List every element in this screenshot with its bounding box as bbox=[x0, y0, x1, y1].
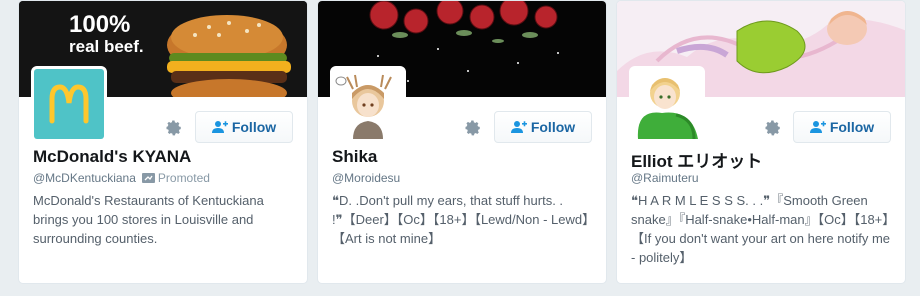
follow-button[interactable]: Follow bbox=[494, 111, 592, 143]
add-user-icon bbox=[510, 121, 527, 133]
user-bio: ❝H A R M L E S S S. . .❞『Smooth Green sn… bbox=[631, 193, 891, 265]
user-handle[interactable]: @Raimuteru bbox=[631, 171, 699, 185]
anime-character-green-snake-avatar-icon bbox=[632, 69, 702, 139]
user-handle[interactable]: @McDKentuckiana bbox=[33, 171, 136, 185]
handle-row: @McDKentuckiana Promoted bbox=[33, 171, 210, 185]
banner-text-percent: 100% bbox=[69, 11, 131, 38]
display-name[interactable]: McDonald's KYANA bbox=[33, 147, 191, 167]
user-card[interactable]: Follow Shika @Moroidesu ❝D. .Don't pull … bbox=[317, 0, 607, 284]
follow-label: Follow bbox=[530, 119, 576, 135]
user-card[interactable]: Follow Elliot エリオット @Raimuteru ❝H A R M … bbox=[616, 0, 906, 284]
promoted-icon bbox=[141, 173, 155, 183]
gear-icon[interactable] bbox=[758, 113, 788, 143]
handle-row: @Moroidesu bbox=[332, 171, 400, 185]
golden-arches-logo-icon bbox=[34, 69, 104, 139]
gear-icon[interactable] bbox=[159, 113, 189, 143]
avatar[interactable] bbox=[629, 66, 705, 142]
banner-headline: 100% real beef. bbox=[69, 13, 144, 57]
user-bio: McDonald's Restaurants of Kentuckiana br… bbox=[33, 193, 264, 246]
promoted-badge: Promoted bbox=[141, 171, 210, 185]
follow-label: Follow bbox=[829, 119, 875, 135]
banner-text-beef: real beef. bbox=[69, 37, 144, 56]
user-card[interactable]: 100% real beef. Follow McDonald's KYANA … bbox=[18, 0, 308, 284]
add-user-icon bbox=[809, 121, 826, 133]
gear-icon[interactable] bbox=[458, 113, 488, 143]
display-name[interactable]: Shika bbox=[332, 147, 377, 167]
user-bio: ❝D. .Don't pull my ears, that stuff hurt… bbox=[332, 193, 589, 246]
follow-button[interactable]: Follow bbox=[793, 111, 891, 143]
promoted-label: Promoted bbox=[157, 171, 210, 185]
avatar[interactable] bbox=[330, 66, 406, 142]
display-name[interactable]: Elliot エリオット bbox=[631, 147, 762, 172]
handle-row: @Raimuteru bbox=[631, 171, 699, 185]
user-handle[interactable]: @Moroidesu bbox=[332, 171, 400, 185]
avatar[interactable] bbox=[31, 66, 107, 142]
anime-deer-character-avatar-icon bbox=[333, 69, 403, 139]
add-user-icon bbox=[211, 121, 228, 133]
follow-label: Follow bbox=[231, 119, 277, 135]
follow-button[interactable]: Follow bbox=[195, 111, 293, 143]
